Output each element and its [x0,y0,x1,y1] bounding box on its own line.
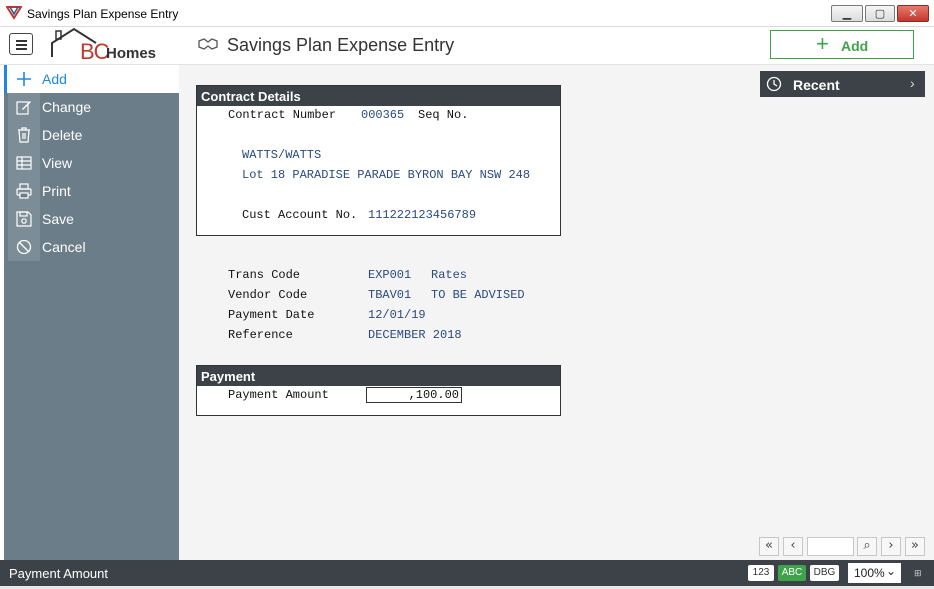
sidebar-item-view[interactable]: View [4,149,179,177]
recent-panel-toggle[interactable]: Recent › [760,71,925,97]
logo-homes-text: Homes [106,45,157,62]
sidebar-item-label: Cancel [42,239,86,255]
sidebar-item-label: Add [42,71,67,87]
debug-badge[interactable]: DBG [810,565,839,581]
handshake-icon [198,38,218,50]
edit-icon [8,93,40,121]
contract-number-label: Contract Number [228,108,337,122]
sidebar-item-label: Save [42,211,74,227]
sidebar-item-cancel[interactable]: Cancel [4,233,179,261]
trash-icon [8,121,40,149]
contract-details-heading: Contract Details [197,86,560,106]
minimize-button[interactable]: ▁ [831,5,863,22]
recent-label: Recent [793,77,840,93]
payment-date-label: Payment Date [228,308,315,322]
menu-button[interactable] [9,33,33,55]
sidebar-item-delete[interactable]: Delete [4,121,179,149]
vendor-code-value[interactable]: TBAV01 [368,288,411,302]
sidebar-item-add[interactable]: Add [4,65,179,93]
contract-number-value: 000365 [361,108,405,122]
cancel-icon [8,233,40,261]
add-button[interactable]: + Add [770,30,914,59]
trans-code-label: Trans Code [228,268,301,282]
next-page-button[interactable]: › [881,537,901,556]
plus-icon: + [816,31,829,56]
zoom-value: 100% [854,566,885,580]
search-page-button[interactable]: ⌕ [857,537,877,556]
hamburger-icon-line [16,40,27,42]
save-icon [8,205,40,233]
resize-grip-icon[interactable]: ⊞ [914,568,922,579]
customer-address: Lot 18 PARADISE PARADE BYRON BAY NSW 248 [242,168,531,182]
reference-value[interactable]: DECEMBER 2018 [368,328,462,342]
close-button[interactable]: ✕ [897,5,929,22]
trans-code-value[interactable]: EXP001 [368,268,411,282]
printer-icon [8,177,40,205]
reference-label: Reference [228,328,293,342]
sidebar-item-change[interactable]: Change [4,93,179,121]
last-page-button[interactable]: » [905,537,925,556]
bc-homes-logo: BC Homes [50,27,170,64]
maximize-button[interactable]: ▢ [865,5,895,22]
page-title: Savings Plan Expense Entry [227,35,455,55]
search-icon: ⌕ [863,538,871,553]
hamburger-icon-line [16,44,27,46]
close-icon: ✕ [908,7,918,20]
add-button-label: Add [841,38,869,54]
sidebar-item-label: View [42,155,73,171]
customer-name: WATTS/WATTS [242,148,322,162]
vendor-code-label: Vendor Code [228,288,308,302]
status-message: Payment Amount [9,566,108,581]
minimize-icon: ▁ [842,7,852,20]
payment-amount-input[interactable]: ,100.00 [366,387,462,403]
app-logo-icon [6,6,22,20]
status-bar: Payment Amount 123 ABC DBG 100% ⌄ ⊞ [0,560,934,586]
alpha-mode-badge[interactable]: ABC [778,565,806,581]
payment-heading: Payment [197,366,560,386]
first-page-button[interactable]: « [759,537,779,556]
numeric-mode-badge[interactable]: 123 [748,565,774,581]
window-title: Savings Plan Expense Entry [27,7,179,21]
prev-page-button[interactable]: ‹ [783,537,803,556]
active-indicator [4,65,7,93]
maximize-icon: ▢ [874,7,886,20]
sidebar-item-save[interactable]: Save [4,205,179,233]
seq-no-label: Seq No. [418,108,469,122]
chevron-down-icon: ⌄ [886,564,897,578]
chevron-right-icon: › [910,75,915,91]
table-icon [8,149,40,177]
zoom-select[interactable]: 100% ⌄ [848,563,901,583]
trans-code-description: Rates [431,268,468,282]
logo-bc-text: BC [80,39,110,64]
page-number-input[interactable] [807,537,854,556]
cust-account-value: 111222123456789 [368,208,477,222]
payment-date-value[interactable]: 12/01/19 [368,308,426,322]
sidebar-item-label: Print [42,183,71,199]
plus-icon [8,65,40,93]
window-titlebar: Savings Plan Expense Entry ▁ ▢ ✕ [0,0,934,27]
vendor-description: TO BE ADVISED [431,288,525,302]
sidebar-item-print[interactable]: Print [4,177,179,205]
sidebar-item-label: Change [42,99,92,115]
cust-account-label: Cust Account No. [242,208,358,222]
sidebar-item-label: Delete [42,127,83,143]
clock-icon [766,76,782,92]
app-header: BC Homes Savings Plan Expense Entry + Ad… [0,27,934,65]
sidebar: Add Change Delete View Print Save Cancel [4,65,179,560]
payment-amount-label: Payment Amount [228,388,329,402]
hamburger-icon-line [16,48,27,50]
